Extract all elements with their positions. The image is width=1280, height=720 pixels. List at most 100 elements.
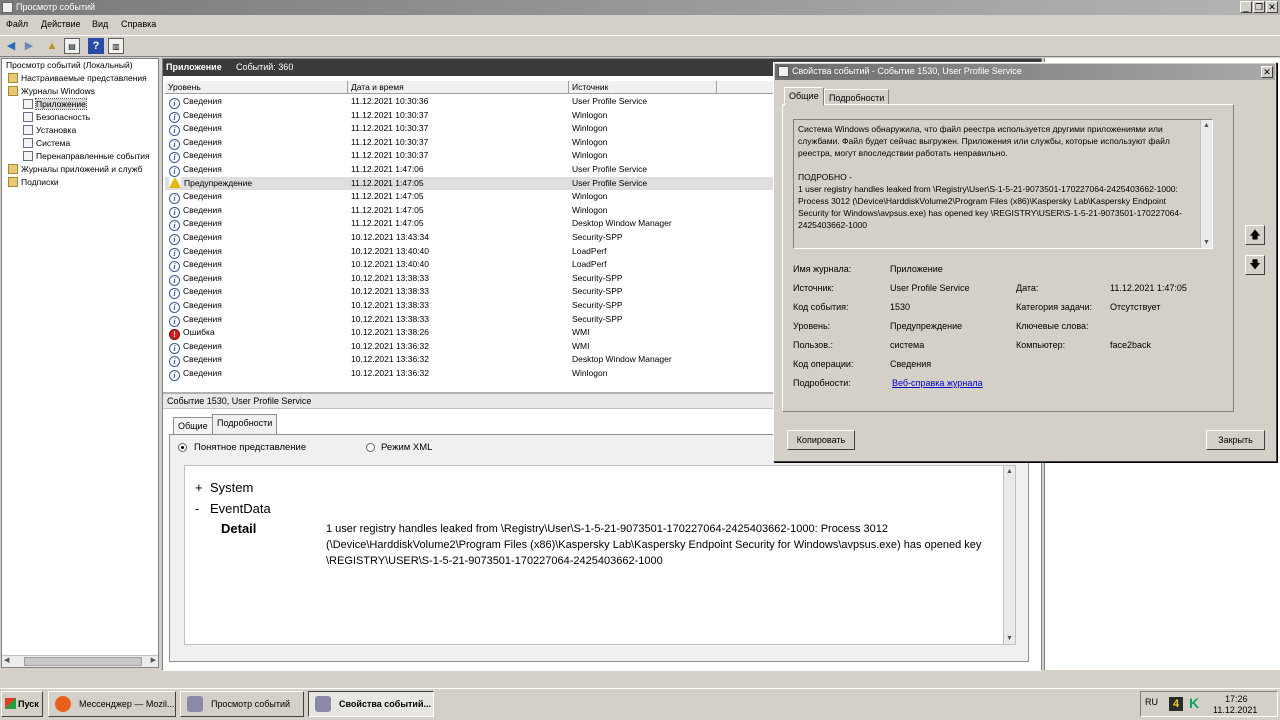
tree-item-custom-views[interactable]: Настраиваемые представления xyxy=(8,72,147,85)
info-icon: i xyxy=(169,288,180,300)
properties-icon[interactable]: ▥ xyxy=(108,38,124,54)
tree-item-label: Журналы приложений и служб xyxy=(21,164,143,174)
taskbar-task-event-properties[interactable]: Свойства событий... xyxy=(308,691,434,717)
cell-level: ! Ошибка xyxy=(169,326,215,341)
eventdata-node-label: EventData xyxy=(210,501,271,516)
scroll-thumb[interactable] xyxy=(24,657,142,666)
scroll-up-icon[interactable]: ▲ xyxy=(1004,466,1015,477)
radio-friendly-view[interactable] xyxy=(178,443,187,452)
clock-time[interactable]: 17:26 xyxy=(1225,694,1248,704)
scroll-left-icon[interactable]: ◀ xyxy=(4,656,9,664)
level-text: Сведения xyxy=(183,109,222,120)
show-hide-tree-icon[interactable]: ▤ xyxy=(64,38,80,54)
cell-level: i Сведения xyxy=(169,231,222,245)
column-header-source[interactable]: Источник xyxy=(569,81,717,94)
cell-date: 10.12.2021 13:38:33 xyxy=(351,272,429,283)
scroll-right-icon[interactable]: ▶ xyxy=(151,656,156,664)
description-scrollbar[interactable]: ▲ ▼ xyxy=(1200,120,1212,248)
level-text: Сведения xyxy=(183,340,222,351)
restore-button[interactable]: ❐ xyxy=(1253,1,1265,13)
tree-item-subscriptions[interactable]: Подписки xyxy=(8,176,59,189)
cell-level: i Сведения xyxy=(169,313,222,327)
xml-vertical-scrollbar[interactable]: ▲ ▼ xyxy=(1003,466,1015,644)
cell-source: LoadPerf xyxy=(572,245,607,256)
forward-icon[interactable]: ▶ xyxy=(21,38,37,54)
cell-date: 11.12.2021 1:47:05 xyxy=(351,218,424,229)
tree-item-system[interactable]: Система xyxy=(23,137,70,150)
scroll-up-icon[interactable]: ▲ xyxy=(1201,120,1212,131)
kaspersky-icon[interactable]: K xyxy=(1189,695,1199,711)
close-dialog-button[interactable]: Закрыть xyxy=(1206,430,1265,450)
menu-help[interactable]: Справка xyxy=(121,19,156,29)
dialog-close-button[interactable]: ✕ xyxy=(1261,66,1273,78)
tab-general[interactable]: Общие xyxy=(173,417,213,434)
cell-level: i Сведения xyxy=(169,149,222,164)
dialog-general-panel: Система Windows обнаружила, что файл рее… xyxy=(782,104,1234,412)
level-text: Сведения xyxy=(183,286,222,297)
menu-bar: Файл Действие Вид Справка xyxy=(0,16,1280,34)
dialog-tab-details[interactable]: Подробности xyxy=(824,89,890,105)
column-header-date[interactable]: Дата и время xyxy=(348,81,569,94)
up-folder-icon[interactable]: ▲ xyxy=(44,38,60,54)
cell-source: Winlogon xyxy=(572,123,608,134)
previous-event-button[interactable]: 🡅 xyxy=(1245,225,1265,245)
scroll-down-icon[interactable]: ▼ xyxy=(1201,237,1212,248)
cell-source: User Profile Service xyxy=(572,96,648,106)
help-icon[interactable]: ? xyxy=(88,38,104,54)
tree-item-app-service-logs[interactable]: Журналы приложений и служб xyxy=(8,163,143,176)
tree-item-application[interactable]: Приложение xyxy=(23,98,87,111)
clock-date[interactable]: 11.12.2021 xyxy=(1213,705,1257,715)
tree-item-label: Подписки xyxy=(21,177,59,187)
description-details-line: 1 user registry handles leaked from \Reg… xyxy=(798,184,1178,194)
task-category-label: Категория задачи: xyxy=(1016,302,1092,312)
cell-date: 10.12.2021 13:36:32 xyxy=(351,354,429,365)
column-header-level[interactable]: Уровень xyxy=(165,81,348,94)
cell-level: i Сведения xyxy=(169,95,222,109)
menu-view[interactable]: Вид xyxy=(92,19,108,29)
next-event-button[interactable]: 🡇 xyxy=(1245,255,1265,275)
cell-source: Security-SPP xyxy=(572,232,623,242)
level-text: Сведения xyxy=(183,259,222,270)
dialog-tab-general[interactable]: Общие xyxy=(784,87,824,106)
close-button[interactable]: ✕ xyxy=(1266,1,1278,13)
info-icon: i xyxy=(169,220,180,232)
tree-item-security[interactable]: Безопасность xyxy=(23,111,90,124)
tray-icon-4[interactable]: 4 xyxy=(1169,697,1183,711)
expand-system-toggle[interactable]: + xyxy=(195,480,203,495)
back-icon[interactable]: ◀ xyxy=(3,38,19,54)
keywords-label: Ключевые слова: xyxy=(1016,321,1089,331)
tree-horizontal-scrollbar[interactable]: ◀ ▶ xyxy=(2,655,158,667)
tab-details[interactable]: Подробности xyxy=(212,414,278,435)
cell-level: i Сведения xyxy=(169,109,222,123)
minimize-button[interactable]: _ xyxy=(1240,1,1252,13)
tree-item-label: Журналы Windows xyxy=(21,86,95,96)
detail-field-value: 1 user registry handles leaked from \Reg… xyxy=(326,523,982,567)
cell-source: Security-SPP xyxy=(572,300,623,310)
tree-root[interactable]: Просмотр событий (Локальный) xyxy=(6,59,133,72)
tree-item-windows-logs[interactable]: Журналы Windows xyxy=(8,85,95,98)
tree-item-setup[interactable]: Установка xyxy=(23,124,76,137)
cell-date: 11.12.2021 10:30:37 xyxy=(351,123,429,134)
collapse-eventdata-toggle[interactable]: - xyxy=(195,501,199,516)
start-button[interactable]: Пуск xyxy=(1,691,43,717)
taskbar-task-firefox[interactable]: Мессенджер — Mozil... xyxy=(48,691,176,717)
online-help-link[interactable]: Веб-справка журнала xyxy=(892,378,983,388)
tree-item-forwarded[interactable]: Перенаправленные события xyxy=(23,150,150,163)
level-text: Сведения xyxy=(183,123,222,134)
info-icon: i xyxy=(169,261,180,273)
cell-date: 11.12.2021 1:47:06 xyxy=(351,164,424,174)
taskbar-task-event-viewer[interactable]: Просмотр событий xyxy=(180,691,304,717)
cell-level: i Сведения xyxy=(169,190,222,205)
info-icon: i xyxy=(169,166,180,177)
description-details-line: Process 3012 (\Device\HarddiskVolume2\Pr… xyxy=(798,196,1182,230)
menu-file[interactable]: Файл xyxy=(6,19,28,29)
event-xml-view: + System - EventData Detail 1 user regis… xyxy=(184,465,1016,645)
info-icon: i xyxy=(169,247,180,259)
menu-action[interactable]: Действие xyxy=(41,19,81,29)
scroll-down-icon[interactable]: ▼ xyxy=(1004,633,1015,644)
radio-xml-view[interactable] xyxy=(366,443,375,452)
cell-level: i Сведения xyxy=(169,204,222,218)
event-viewer-icon xyxy=(2,2,13,13)
cell-source: Security-SPP xyxy=(572,313,623,324)
copy-button[interactable]: Копировать xyxy=(787,430,855,450)
